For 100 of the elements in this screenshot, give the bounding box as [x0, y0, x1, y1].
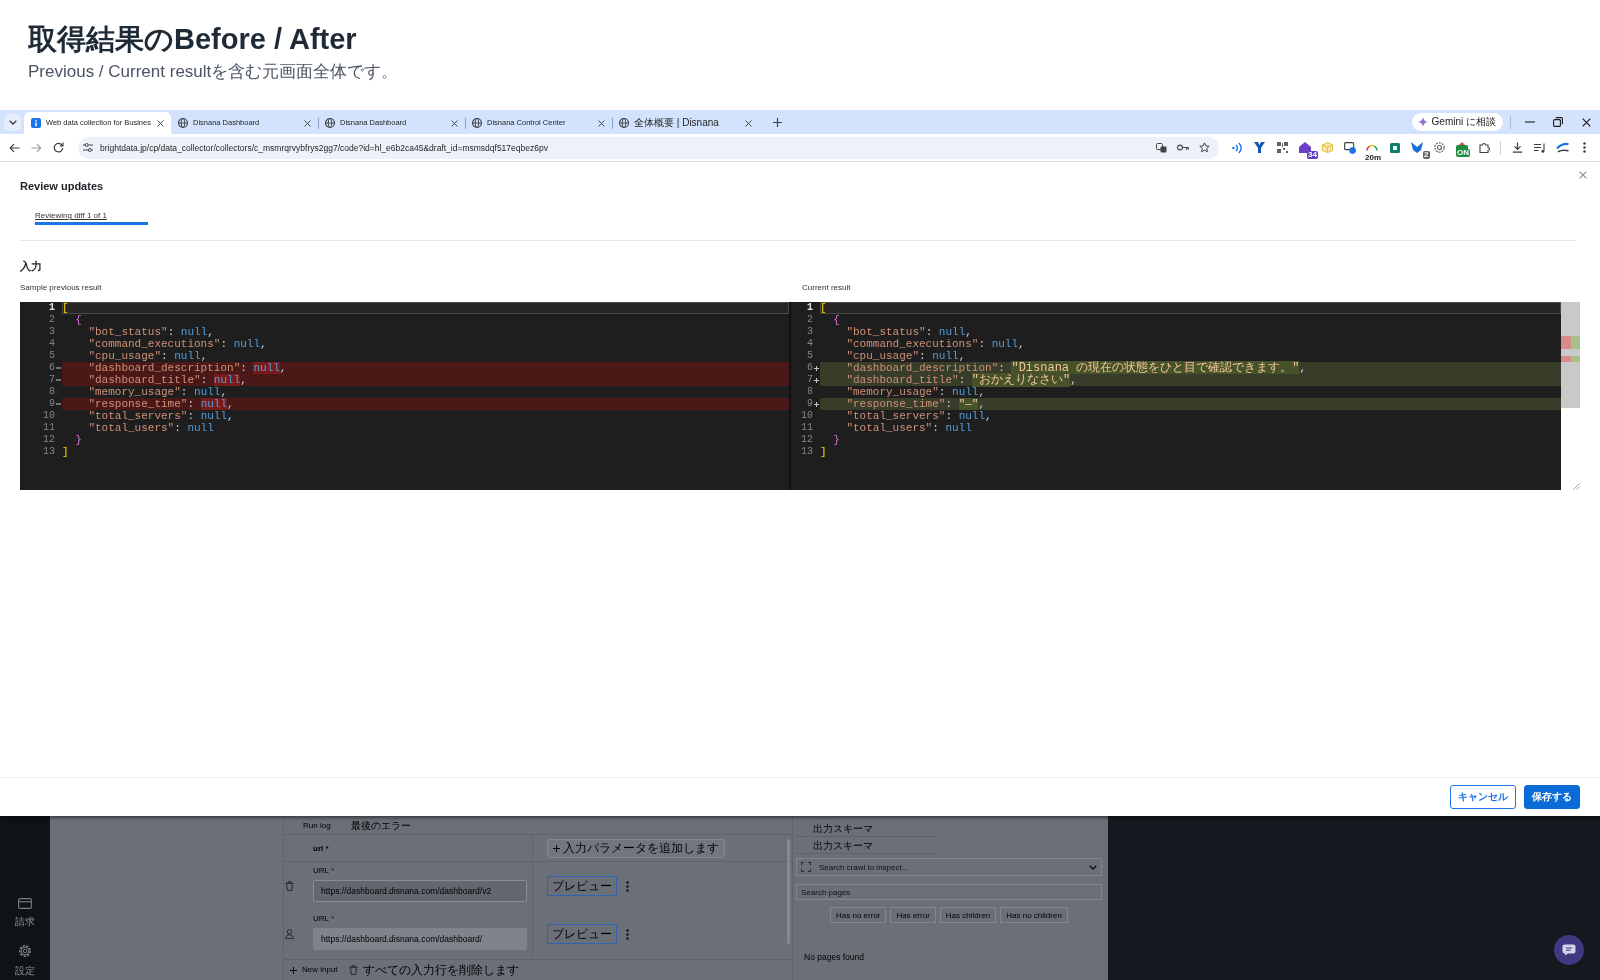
- line-number: 6: [807, 362, 813, 373]
- panel-tab[interactable]: Run log: [303, 819, 331, 831]
- line-number: 7: [49, 374, 55, 385]
- new-input-button[interactable]: New input: [290, 963, 338, 977]
- page-search-field[interactable]: Search pages: [796, 884, 1102, 900]
- star-icon[interactable]: [1199, 142, 1210, 153]
- plus-icon: [814, 377, 819, 383]
- globe-icon: [178, 118, 188, 128]
- globe-icon: [472, 118, 482, 128]
- extension-badge: 34: [1307, 150, 1318, 159]
- filter-chip[interactable]: Has error: [890, 907, 936, 923]
- restore-icon[interactable]: [1553, 117, 1563, 127]
- code-line: ]: [820, 446, 827, 458]
- pane-label: Current result: [802, 282, 851, 294]
- url-input[interactable]: https://dashboard.disnana.com/dashboard/v2: [313, 880, 527, 902]
- close-icon[interactable]: [451, 119, 458, 127]
- credit-card-icon[interactable]: [18, 898, 32, 909]
- puzzle-icon[interactable]: [1479, 142, 1491, 153]
- close-icon[interactable]: [304, 119, 311, 127]
- resize-handle-icon[interactable]: [1573, 483, 1580, 490]
- save-button[interactable]: 保存する: [1524, 785, 1580, 809]
- gauge-icon[interactable]: [1366, 144, 1379, 151]
- filter-chip[interactable]: Has children: [939, 907, 997, 923]
- line-number: 5: [49, 350, 55, 361]
- download-icon[interactable]: [1511, 142, 1523, 153]
- line-number: 9: [807, 398, 813, 409]
- signal-waves-icon[interactable]: [1232, 141, 1243, 154]
- filter-chip[interactable]: Has no error: [830, 907, 887, 923]
- line-number: 4: [49, 338, 55, 349]
- close-icon[interactable]: [598, 119, 605, 127]
- funnel-icon[interactable]: [1254, 142, 1266, 153]
- line-number: 10: [801, 410, 813, 421]
- code-line: "memory_usage": null,: [845, 386, 986, 398]
- line-number: 7: [807, 374, 813, 385]
- field-label: URL *: [313, 914, 335, 924]
- line-number: 2: [807, 314, 813, 325]
- schema-tab[interactable]: 出力スキーマ: [813, 822, 873, 834]
- plus-icon[interactable]: [773, 117, 782, 127]
- line-number: 8: [807, 386, 813, 397]
- translate-icon[interactable]: [1156, 142, 1167, 153]
- house-icon[interactable]: [1298, 142, 1311, 153]
- key-icon[interactable]: [1177, 144, 1189, 151]
- monitor-icon[interactable]: [1343, 141, 1356, 154]
- panel-tab[interactable]: 最後のエラー: [350, 819, 411, 831]
- tab-search-button[interactable]: [4, 113, 21, 131]
- add-parameter-button[interactable]: 入力パラメータを追加します: [547, 838, 725, 858]
- square-logo-icon[interactable]: [1389, 142, 1400, 153]
- preview-button[interactable]: プレビュー: [547, 876, 617, 896]
- close-icon[interactable]: [1581, 117, 1591, 127]
- line-number: 12: [801, 434, 813, 445]
- playlist-icon[interactable]: [1533, 142, 1546, 153]
- code-line: "bot_status": null,: [87, 326, 214, 338]
- chat-button[interactable]: [1554, 935, 1584, 965]
- arrow-left-icon[interactable]: [8, 142, 20, 153]
- wing-logo-icon[interactable]: [1411, 142, 1424, 153]
- qr-code-icon[interactable]: [1276, 142, 1288, 153]
- sparkle-icon: [1417, 117, 1428, 127]
- filter-chip[interactable]: Has no children: [1000, 907, 1068, 923]
- timer-label: 20m: [1364, 153, 1382, 162]
- close-icon[interactable]: [745, 119, 752, 127]
- line-number: 3: [807, 326, 813, 337]
- crawl-search-field[interactable]: Search crawl to inspect...: [796, 858, 1102, 876]
- minus-icon: [56, 379, 61, 381]
- section-heading: 入力: [20, 260, 42, 273]
- delete-all-button[interactable]: すべての入力行を削除します: [348, 963, 519, 977]
- column-header: url *: [313, 843, 329, 853]
- trash-icon[interactable]: [285, 881, 294, 891]
- close-icon[interactable]: [157, 119, 164, 127]
- globe-icon: [325, 118, 335, 128]
- diff-tab[interactable]: Reviewing diff 1 of 1: [35, 210, 148, 225]
- code-line: "total_servers": null,: [87, 410, 234, 422]
- code-line: [: [62, 302, 69, 314]
- page-subtitle: Previous / Current resultを含む元画面全体です。: [28, 61, 399, 83]
- empty-message: No pages found: [804, 951, 865, 963]
- gear-icon[interactable]: [18, 944, 32, 958]
- cancel-button[interactable]: キャンセル: [1450, 785, 1516, 809]
- chevron-down-icon: [1089, 865, 1097, 870]
- browser-tab[interactable]: 全体概要 | Disnana: [612, 112, 759, 134]
- code-line: {: [832, 314, 840, 326]
- more-icon[interactable]: [1583, 142, 1587, 153]
- code-line: "total_servers": null,: [845, 410, 992, 422]
- sliders-icon[interactable]: [83, 143, 93, 152]
- code-line: "total_users": null: [845, 422, 972, 434]
- swoosh-icon[interactable]: [1555, 142, 1569, 153]
- minus-icon: [56, 367, 61, 369]
- code-line: "dashboard_title": null,: [87, 374, 247, 386]
- sidebar-item[interactable]: 請求: [15, 898, 35, 927]
- trash-icon[interactable]: [348, 965, 358, 975]
- code-line: {: [74, 314, 82, 326]
- reload-icon[interactable]: [52, 142, 64, 153]
- code-line: ]: [62, 446, 69, 458]
- assistant-button[interactable]: Gemini に相談: [1411, 113, 1503, 131]
- dotted-ring-icon[interactable]: [1434, 142, 1446, 153]
- pane-label: Sample previous result: [20, 282, 102, 294]
- schema-tab[interactable]: 出力スキーマ: [813, 839, 873, 851]
- plus-icon: [290, 966, 297, 974]
- sidebar-item[interactable]: 設定: [15, 944, 35, 976]
- address-field[interactable]: brightdata.jp/cp/data_collector/collectors/c_msmrqrvybfrys2gg7/code?id=hl_e6b2ca45&draft_id=msmsdqf517eqbez6pv: [78, 136, 1219, 159]
- line-number: 11: [801, 422, 813, 433]
- code-line: "cpu_usage": null,: [845, 350, 966, 362]
